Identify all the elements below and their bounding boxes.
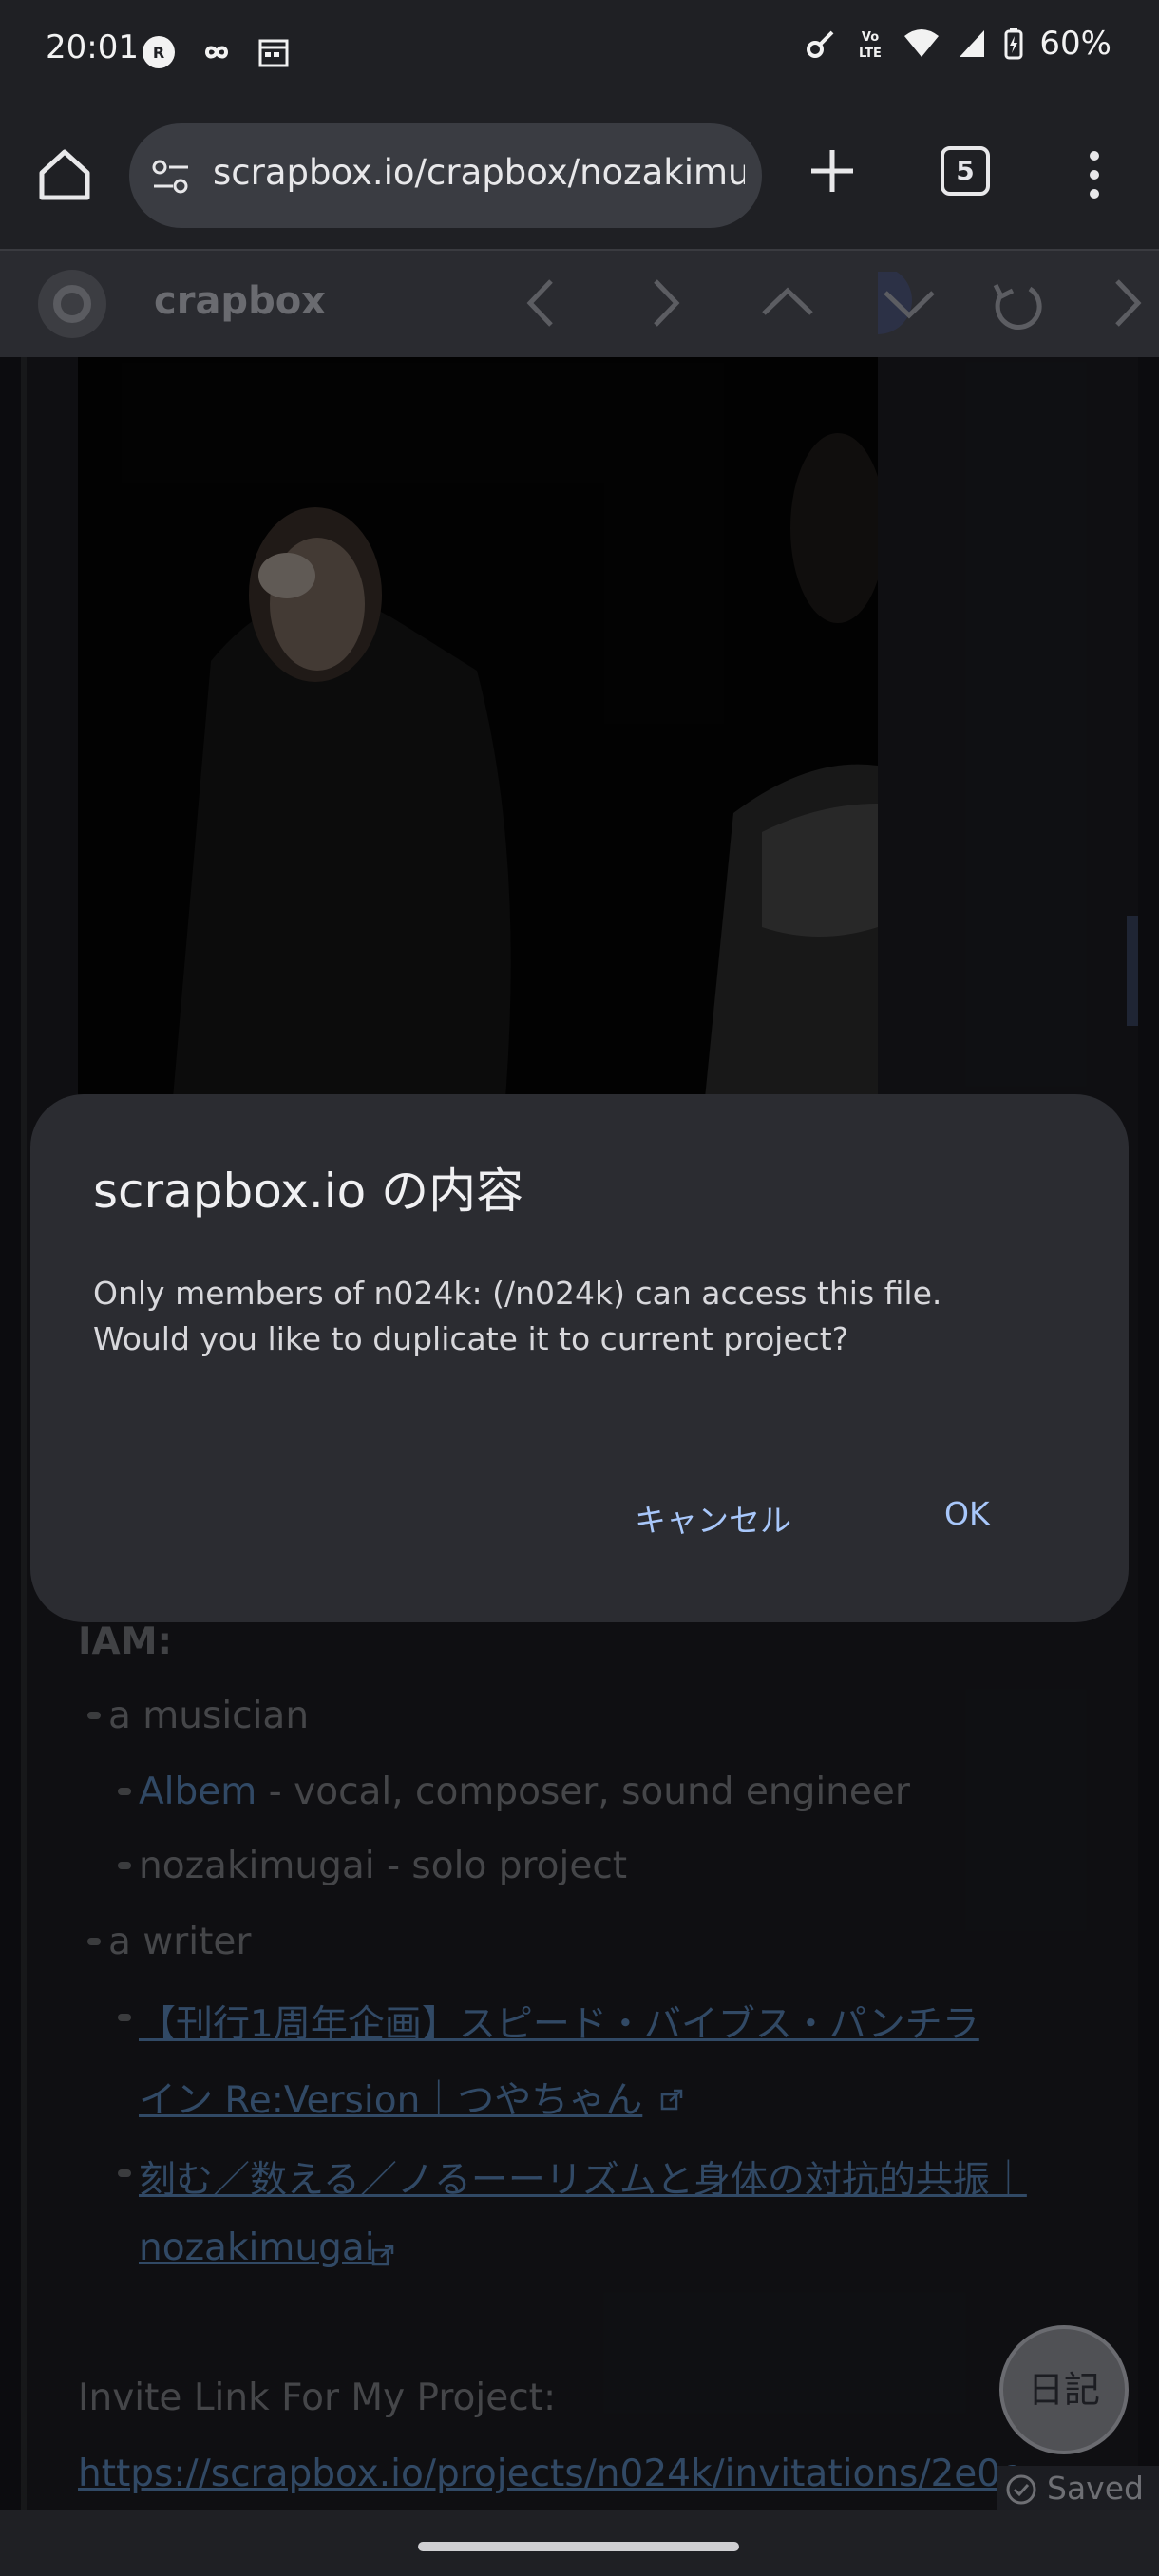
refresh-icon[interactable] <box>984 272 1047 334</box>
svg-text:R: R <box>153 44 164 62</box>
rakuten-link-icon: R <box>142 36 175 68</box>
browser-toolbar: scrapbox.io/crapbox/nozakimugai 5 <box>0 104 1159 251</box>
dialog-title: scrapbox.io の内容 <box>93 1164 524 1219</box>
gesture-handle[interactable] <box>418 2542 739 2551</box>
confirm-dialog: scrapbox.io の内容 Only members of n024k: (… <box>30 1094 1129 1622</box>
chevron-down-icon[interactable] <box>878 272 940 334</box>
check-circle-icon <box>1006 2474 1036 2505</box>
volte-icon: Vo LTE <box>859 30 882 61</box>
status-bar: 20:01 R Vo LTE 60% <box>0 0 1159 104</box>
address-bar[interactable]: scrapbox.io/crapbox/nozakimugai <box>129 123 762 228</box>
svg-text:Vo: Vo <box>862 30 879 45</box>
signal-icon <box>960 30 985 57</box>
scrapbox-header: crapbox <box>0 251 1159 357</box>
cancel-button[interactable]: キャンセル <box>635 1495 791 1541</box>
url-text[interactable]: scrapbox.io/crapbox/nozakimugai <box>213 152 745 193</box>
status-system-icons: Vo LTE 60% <box>804 25 1112 63</box>
status-notification-icons: R <box>141 34 291 70</box>
system-nav-bar <box>0 2510 1159 2576</box>
new-tab-icon[interactable] <box>804 142 861 199</box>
wifi-icon <box>904 29 940 57</box>
project-title[interactable]: crapbox <box>154 279 326 323</box>
dialog-message: Only members of n024k: (/n024k) can acce… <box>93 1271 1043 1362</box>
svg-text:LTE: LTE <box>859 47 882 61</box>
infinity-icon <box>204 46 229 59</box>
ok-button[interactable]: OK <box>944 1495 990 1532</box>
vpn-key-icon <box>807 30 834 58</box>
dialog-message-line1: Only members of n024k: (/n024k) can acce… <box>93 1275 942 1312</box>
home-icon[interactable] <box>34 144 95 205</box>
saved-label: Saved <box>1047 2470 1144 2507</box>
battery-percent: 60% <box>1039 25 1112 63</box>
chevron-right-icon[interactable] <box>633 272 695 334</box>
chevron-right-more-icon[interactable] <box>1102 272 1159 334</box>
status-time: 20:01 <box>46 28 139 66</box>
diary-button[interactable]: 日記 <box>999 2325 1129 2454</box>
site-settings-icon[interactable] <box>150 158 192 196</box>
chevron-left-icon[interactable] <box>511 272 574 334</box>
save-status: Saved <box>998 2466 1159 2511</box>
chevron-up-icon[interactable] <box>756 272 819 334</box>
dialog-message-line2: Would you like to duplicate it to curren… <box>93 1320 849 1357</box>
battery-icon <box>1004 28 1023 60</box>
tab-switcher-button[interactable]: 5 <box>940 146 990 196</box>
project-logo-icon[interactable] <box>34 266 110 342</box>
more-menu-icon[interactable] <box>1077 148 1112 201</box>
calendar-icon <box>258 39 289 67</box>
